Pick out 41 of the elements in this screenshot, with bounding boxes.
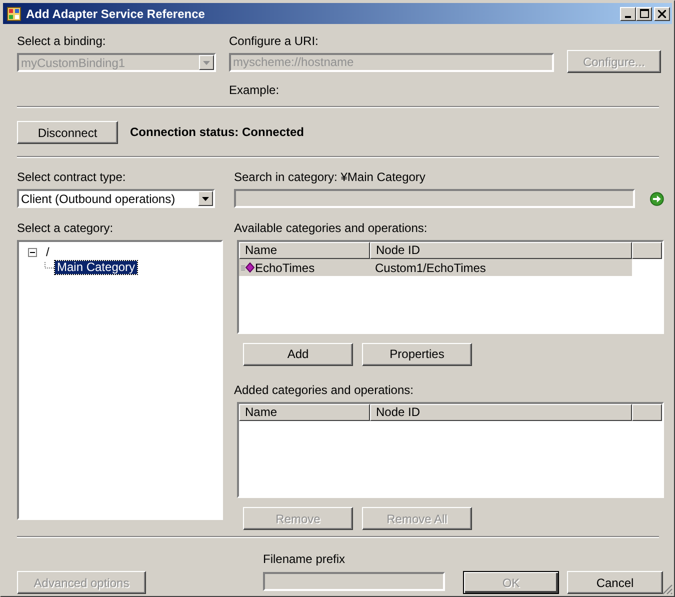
dropdown-arrow-icon xyxy=(202,196,209,200)
uri-label: Configure a URI: xyxy=(229,34,320,48)
cancel-button[interactable]: Cancel xyxy=(567,571,663,594)
connection-status: Connection status: Connected xyxy=(130,124,304,141)
properties-button[interactable]: Properties xyxy=(362,342,472,366)
column-header[interactable]: Node ID xyxy=(370,404,632,421)
table-cell-text: Custom1/EchoTimes xyxy=(374,260,487,274)
maximize-button[interactable] xyxy=(636,6,652,20)
close-button[interactable] xyxy=(654,6,670,20)
filename-prefix-label: Filename prefix xyxy=(263,552,346,566)
contract-type-label: Select contract type: xyxy=(17,170,127,184)
disconnect-button[interactable]: Disconnect xyxy=(17,121,118,144)
window-title: Add Adapter Service Reference xyxy=(26,6,206,20)
column-header[interactable]: Name xyxy=(239,242,370,259)
tree-item[interactable]: / xyxy=(44,246,52,259)
column-header[interactable] xyxy=(632,404,662,421)
column-header[interactable]: Name xyxy=(239,404,370,421)
operation-icon xyxy=(241,262,255,273)
binding-label: Select a binding: xyxy=(17,34,107,48)
dropdown-arrow-icon xyxy=(203,60,210,64)
contract-type-dropdown[interactable]: Client (Outbound operations) xyxy=(17,189,215,208)
operation-row[interactable]: EchoTimes Custom1/EchoTimes xyxy=(239,259,632,276)
close-icon xyxy=(658,10,666,18)
minimize-icon xyxy=(625,16,631,18)
column-header[interactable] xyxy=(632,242,662,259)
tree-item[interactable]: Main Category xyxy=(55,261,138,274)
example-label: Example: xyxy=(229,83,280,97)
column-header[interactable]: Node ID xyxy=(370,242,632,259)
search-field[interactable] xyxy=(234,189,636,208)
added-label: Added categories and operations: xyxy=(234,382,414,397)
table-cell: EchoTimes xyxy=(239,260,370,274)
app-icon xyxy=(7,6,21,20)
add-button[interactable]: Add xyxy=(243,342,353,366)
available-label: Available categories and operations: xyxy=(234,221,428,235)
minimize-button[interactable] xyxy=(620,6,636,20)
maximize-icon xyxy=(640,9,648,18)
search-label: Search in category: ¥Main Category xyxy=(234,170,426,184)
resize-grip-icon[interactable] xyxy=(661,583,673,595)
collapse-icon[interactable] xyxy=(28,248,37,257)
category-label: Select a category: xyxy=(17,221,114,235)
filename-prefix-field[interactable] xyxy=(263,572,445,591)
